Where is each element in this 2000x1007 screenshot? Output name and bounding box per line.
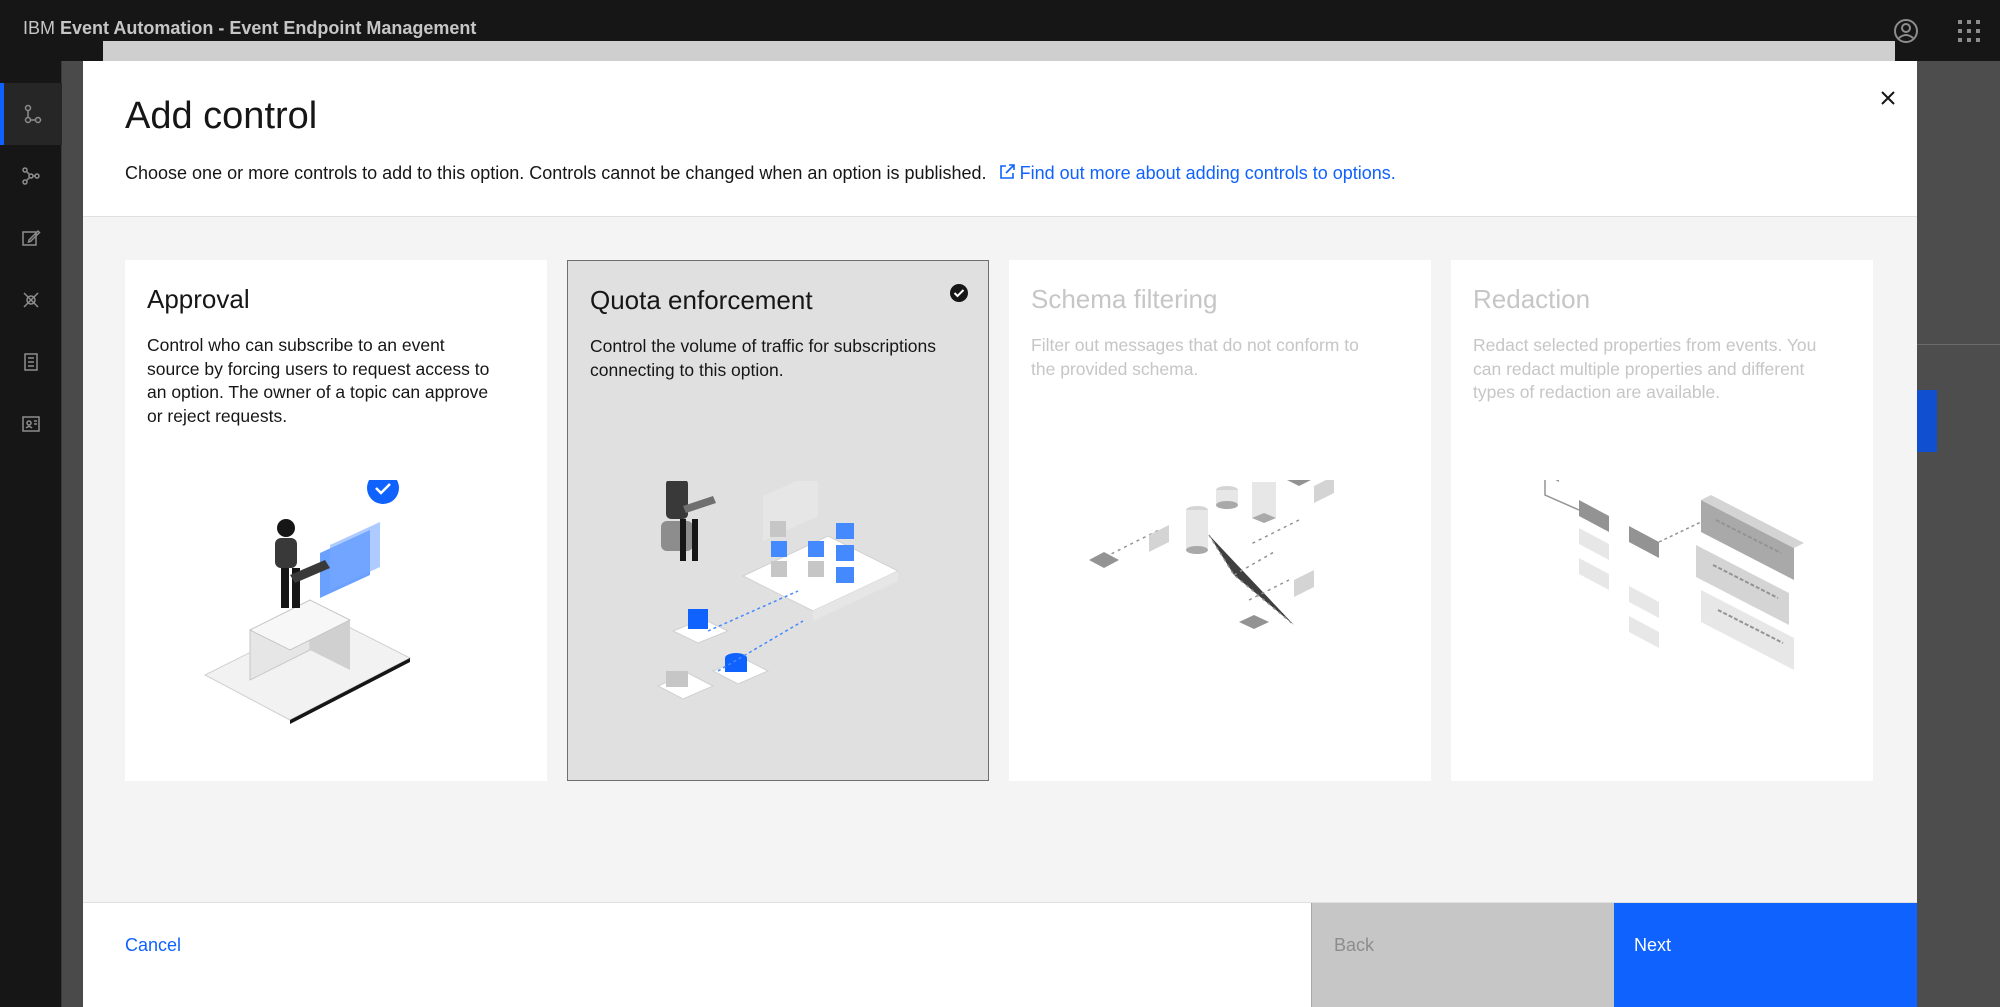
cancel-button[interactable]: Cancel [125, 935, 181, 956]
modal-header: Add control Choose one or more controls … [83, 61, 1917, 217]
card-schema-filtering: Schema filtering Filter out messages tha… [1009, 260, 1431, 781]
external-link-icon [998, 163, 1016, 181]
edit-icon[interactable] [0, 207, 62, 269]
card-title: Quota enforcement [590, 285, 813, 315]
topology-icon[interactable] [0, 83, 62, 145]
schema-filtering-illustration [1089, 480, 1334, 629]
card-description: Filter out messages that do not conform … [1031, 335, 1359, 379]
approval-illustration [203, 480, 412, 724]
brand-name: Event Automation - Event Endpoint Manage… [60, 18, 477, 38]
modal-description: Choose one or more controls to add to th… [125, 163, 1396, 184]
quota-enforcement-illustration [656, 481, 900, 700]
background-strip [103, 41, 1895, 62]
card-redaction: Redaction Redact selected properties fro… [1451, 260, 1873, 781]
learn-more-link[interactable]: Find out more about adding controls to o… [1020, 163, 1396, 183]
close-button[interactable] [1873, 83, 1903, 113]
plug-icon[interactable] [0, 269, 62, 331]
card-description: Redact selected properties from events. … [1473, 335, 1817, 402]
card-title: Schema filtering [1031, 284, 1218, 314]
brand-prefix: IBM [23, 18, 56, 38]
modal-title: Add control [125, 95, 318, 137]
background-button [1917, 390, 1937, 452]
side-nav [0, 61, 62, 1007]
card-description: Control the volume of traffic for subscr… [590, 336, 936, 380]
background-page-edge [1917, 61, 2000, 1007]
next-button[interactable]: Next [1614, 903, 1917, 1007]
id-badge-icon[interactable] [0, 393, 62, 455]
app-switcher-icon[interactable] [1956, 18, 1982, 44]
back-button[interactable]: Back [1311, 903, 1614, 1007]
card-title: Redaction [1473, 284, 1591, 314]
catalog-icon[interactable] [0, 331, 62, 393]
network-icon[interactable] [0, 145, 62, 207]
card-quota-enforcement[interactable]: Quota enforcement Control the volume of … [567, 260, 989, 781]
user-avatar-icon[interactable] [1893, 18, 1919, 44]
card-title: Approval [147, 284, 250, 314]
add-control-modal: Add control Choose one or more controls … [83, 61, 1917, 1007]
checkmark-filled-icon [950, 284, 968, 302]
redaction-illustration [1544, 480, 1804, 670]
app-brand[interactable]: IBM Event Automation - Event Endpoint Ma… [23, 18, 476, 39]
card-description: Control who can subscribe to an event so… [147, 335, 490, 426]
close-icon [1881, 91, 1895, 105]
modal-description-text: Choose one or more controls to add to th… [125, 163, 987, 183]
background-divider [1917, 344, 2000, 345]
modal-footer: Cancel Back Next [83, 902, 1917, 1007]
card-approval[interactable]: Approval Control who can subscribe to an… [125, 260, 547, 781]
control-card-grid: Approval Control who can subscribe to an… [125, 260, 1874, 781]
